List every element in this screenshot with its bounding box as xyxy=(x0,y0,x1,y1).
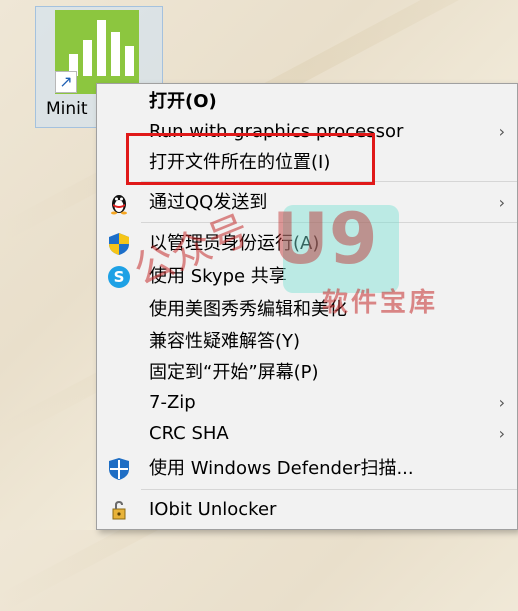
menu-item-label: CRC SHA xyxy=(149,423,229,444)
desktop-icon-label: Minit xyxy=(46,99,88,119)
menu-item-open[interactable]: 打开(O) xyxy=(97,87,517,117)
highlight-annotation-box xyxy=(126,133,375,185)
defender-shield-icon xyxy=(109,458,129,480)
submenu-arrow-icon: › xyxy=(498,193,505,212)
svg-text:S: S xyxy=(114,268,125,286)
menu-item-label: 兼容性疑难解答(Y) xyxy=(149,331,301,352)
menu-item-label: 7-Zip xyxy=(149,392,196,413)
shortcut-arrow-icon: ↗ xyxy=(55,71,77,93)
menu-item-label: 打开(O) xyxy=(149,91,217,112)
menu-item-7zip[interactable]: 7-Zip › xyxy=(97,388,517,418)
menu-item-meitu-edit[interactable]: 使用美图秀秀编辑和美化 xyxy=(97,295,517,325)
menu-item-pin-to-start[interactable]: 固定到“开始”屏幕(P) xyxy=(97,358,517,388)
menu-item-label: IObit Unlocker xyxy=(149,499,277,520)
submenu-arrow-icon: › xyxy=(498,424,505,443)
unlocker-icon xyxy=(112,500,126,520)
menu-item-crc-sha[interactable]: CRC SHA › xyxy=(97,419,517,449)
submenu-arrow-icon: › xyxy=(498,393,505,412)
menu-item-defender-scan[interactable]: 使用 Windows Defender扫描... xyxy=(97,454,517,484)
menu-item-label: 使用美图秀秀编辑和美化 xyxy=(149,299,347,320)
skype-icon: S xyxy=(108,266,130,288)
menu-separator xyxy=(141,489,517,490)
submenu-arrow-icon: › xyxy=(498,122,505,141)
watermark-logo: U9 xyxy=(272,198,378,280)
menu-item-label: 固定到“开始”屏幕(P) xyxy=(149,362,319,383)
qq-penguin-icon xyxy=(111,195,127,215)
watermark-subtext: 软件宝库 xyxy=(322,288,439,318)
menu-item-label: 使用 Windows Defender扫描... xyxy=(149,458,414,479)
menu-item-iobit-unlocker[interactable]: IObit Unlocker xyxy=(97,495,517,525)
menu-item-compat-troubleshoot[interactable]: 兼容性疑难解答(Y) xyxy=(97,327,517,357)
